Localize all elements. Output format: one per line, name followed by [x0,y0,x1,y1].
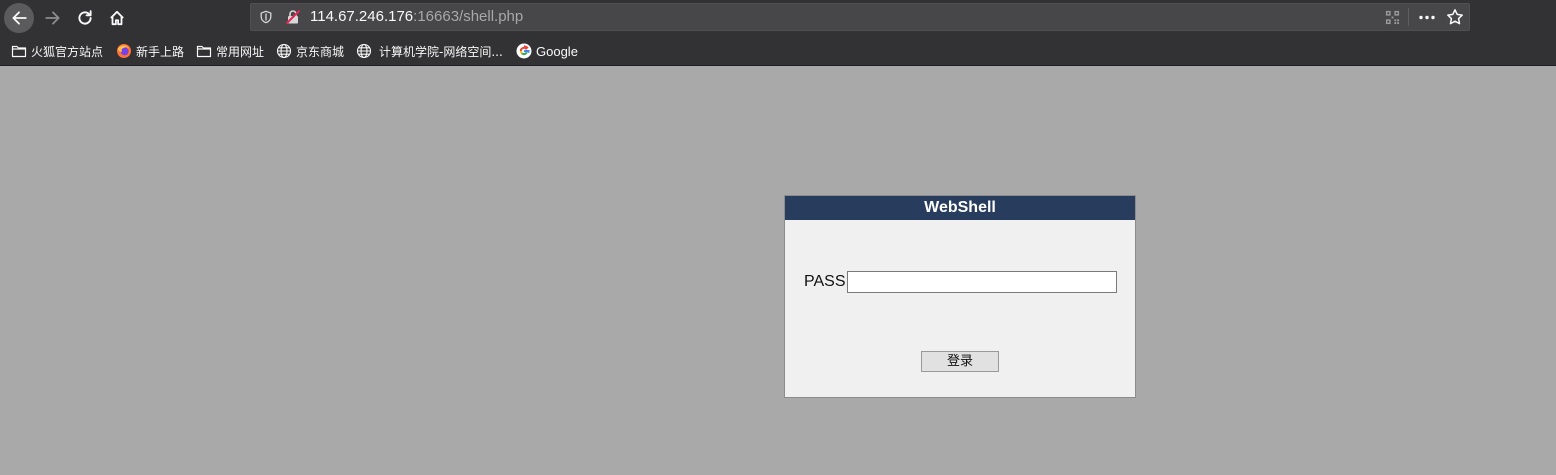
reload-button[interactable] [70,3,100,33]
bookmark-label: 计算机学院-网络空间... [379,44,503,59]
bookmark-label: 京东商城 [296,44,345,59]
bookmark-label: 新手上路 [136,44,185,59]
google-icon [516,43,532,59]
bookmark-item[interactable]: Google [516,41,578,61]
globe-icon [276,43,292,59]
url-host: 114.67.246.176 [310,8,414,25]
home-icon [110,10,124,26]
qr-code-icon[interactable] [1385,10,1400,25]
login-button[interactable]: 登录 [921,351,999,372]
bookmark-item[interactable]: 新手上路 [116,41,184,61]
bookmarks-toolbar: 火狐官方站点 新手上路 常用网址 京东商城 计算机学院-网络空间... Goog… [0,36,1556,66]
globe-icon [356,43,372,59]
shield-icon[interactable] [259,10,273,24]
url-separator [1408,8,1409,26]
back-button[interactable] [4,3,34,33]
folder-icon [196,45,212,58]
home-button[interactable] [102,3,132,33]
login-title: WebShell [785,196,1135,220]
arrow-right-icon [45,11,60,25]
bookmark-label: 火狐官方站点 [31,44,104,59]
more-options-icon[interactable] [1417,10,1437,25]
url-text[interactable]: 114.67.246.176:16663/shell.php [310,8,523,26]
arrow-left-icon [12,11,27,25]
url-path: :16663/shell.php [413,8,524,25]
bookmark-item[interactable]: 京东商城 [276,41,344,61]
bookmark-star-icon[interactable] [1446,8,1464,26]
password-input[interactable] [847,271,1117,293]
reload-icon [78,10,92,25]
folder-icon [11,45,27,58]
insecure-lock-icon[interactable] [285,9,301,25]
address-bar[interactable]: 114.67.246.176:16663/shell.php [250,3,1470,31]
bookmark-label: Google [536,43,578,59]
bookmark-label: 常用网址 [216,44,265,59]
login-panel: WebShell PASS: 登录 [784,195,1136,398]
browser-toolbar: 114.67.246.176:16663/shell.php [0,0,1556,36]
bookmark-item[interactable]: 常用网址 [196,41,264,61]
pass-label: PASS: [804,273,850,290]
firefox-icon [117,44,131,58]
bookmark-item[interactable]: 计算机学院-网络空间... [356,41,503,61]
bookmark-item[interactable]: 火狐官方站点 [11,41,103,61]
forward-button[interactable] [38,3,68,33]
